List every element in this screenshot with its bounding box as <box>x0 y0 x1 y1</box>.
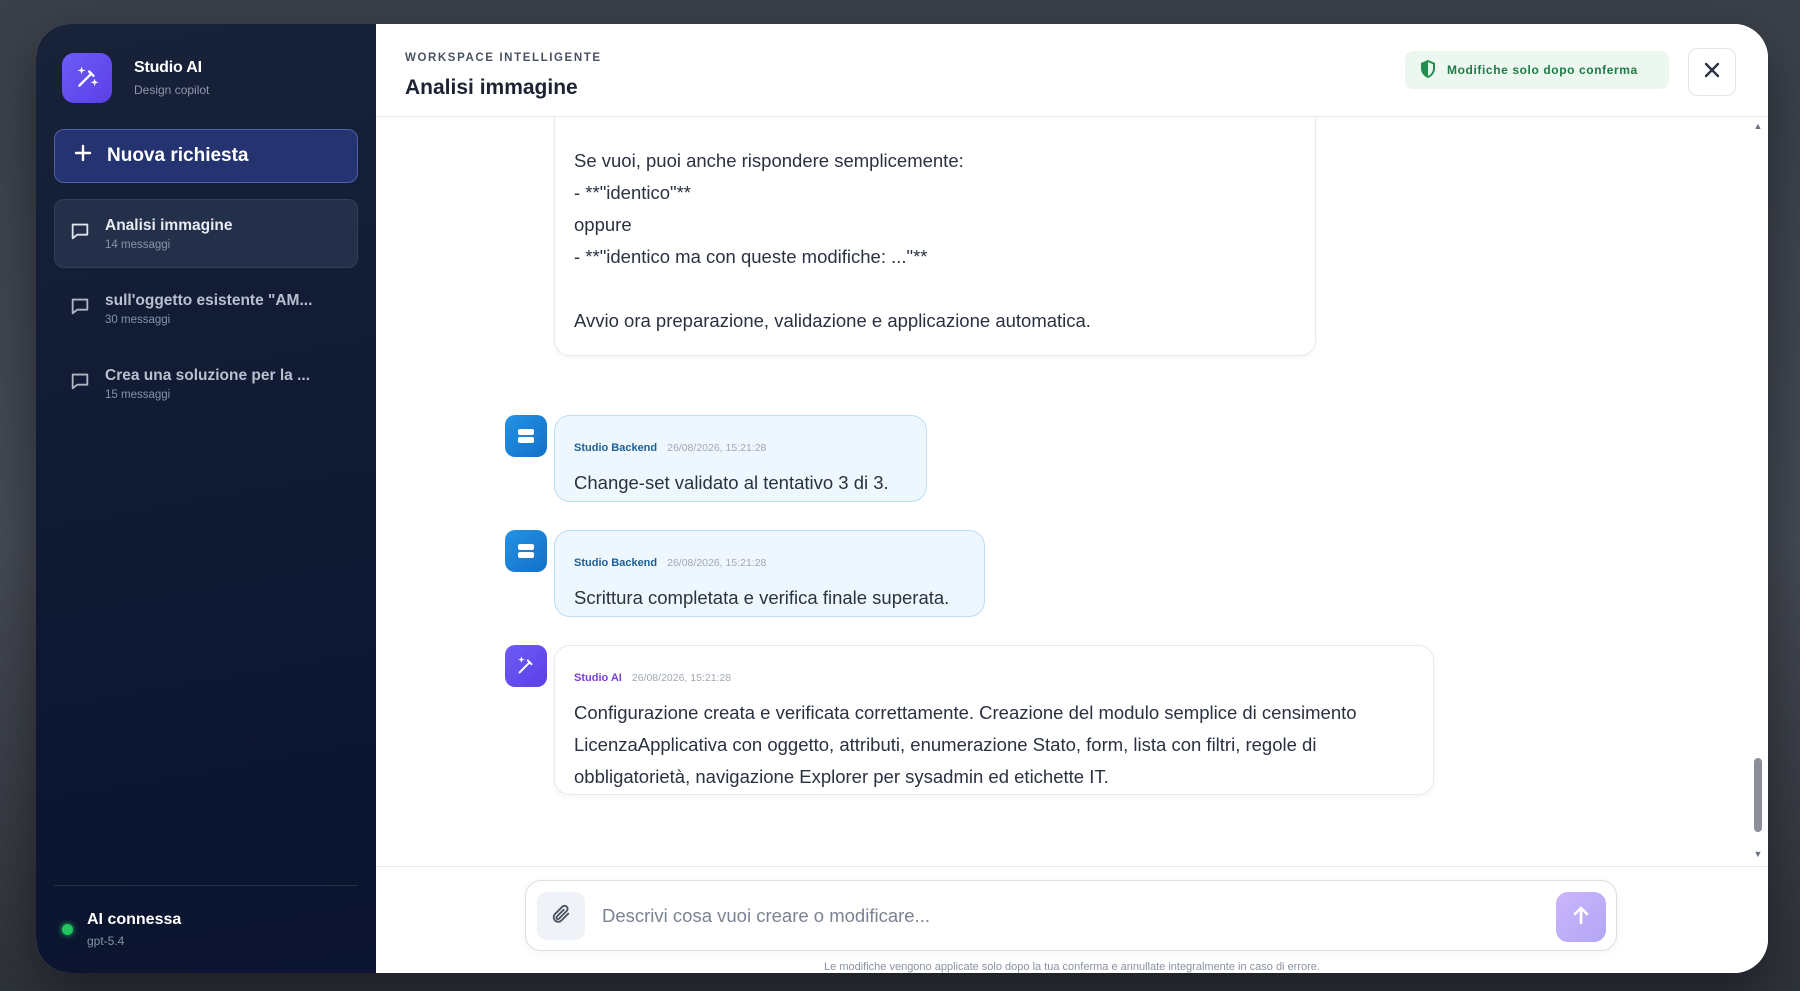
chat-bubble-icon <box>69 370 91 397</box>
message-line: oppure <box>574 214 632 235</box>
paperclip-icon <box>550 903 572 930</box>
page-title: Analisi immagine <box>405 76 578 99</box>
chat-bubble-icon <box>69 220 91 247</box>
attach-button[interactable] <box>537 892 585 940</box>
backend-avatar <box>505 415 547 457</box>
brand-name: Studio AI <box>134 59 202 76</box>
message-author: Studio Backend <box>574 442 658 454</box>
message-meta: Studio AI 26/08/2026, 15:21:28 <box>574 662 1414 694</box>
scroll-thumb[interactable] <box>1754 758 1762 832</box>
brand: Studio AI Design copilot <box>54 53 358 103</box>
conversation-title: sull'oggetto esistente "AM... <box>105 291 313 309</box>
conversation-item[interactable]: Crea una soluzione per la ... 15 messagg… <box>54 349 358 418</box>
scroll-down-icon[interactable]: ▼ <box>1752 849 1764 859</box>
composer-area: Le modifiche vengono applicate solo dopo… <box>376 866 1768 973</box>
send-button[interactable] <box>1556 892 1606 942</box>
close-icon <box>1703 61 1721 84</box>
conversation-item[interactable]: Analisi immagine 14 messaggi <box>54 199 358 268</box>
conversation-item[interactable]: sull'oggetto esistente "AM... 30 messagg… <box>54 274 358 343</box>
message-author: Studio AI <box>574 672 622 684</box>
status-dot-icon <box>62 924 73 935</box>
chat-main: WORKSPACE INTELLIGENTE Analisi immagine … <box>376 24 1768 973</box>
conversation-list: Analisi immagine 14 messaggi sull'oggett… <box>54 199 358 418</box>
message-meta: Studio Backend 26/08/2026, 15:21:28 <box>574 432 907 464</box>
message-meta: Studio Backend 26/08/2026, 15:21:28 <box>574 547 965 579</box>
sidebar: Studio AI Design copilot Nuova richiesta… <box>36 24 376 973</box>
shield-icon <box>1419 59 1437 82</box>
composer <box>525 880 1617 951</box>
arrow-up-icon <box>1571 904 1591 931</box>
backend-message: Studio Backend 26/08/2026, 15:21:28 Scri… <box>554 530 985 617</box>
model-name: gpt-5.4 <box>87 934 125 948</box>
backend-message: Studio Backend 26/08/2026, 15:21:28 Chan… <box>554 415 927 502</box>
conversation-title: Analisi immagine <box>105 216 233 234</box>
prompt-input[interactable] <box>602 893 1502 939</box>
workspace-overline: WORKSPACE INTELLIGENTE <box>405 52 602 64</box>
safe-mode-label: Modifiche solo dopo conferma <box>1447 63 1638 77</box>
message-author: Studio Backend <box>574 557 658 569</box>
message-line: - **"identico ma con queste modifiche: .… <box>574 246 928 267</box>
new-request-label: Nuova richiesta <box>107 145 249 166</box>
conversation-title: Crea una soluzione per la ... <box>105 366 310 384</box>
message-line: Avvio ora preparazione, validazione e ap… <box>574 310 1091 331</box>
close-button[interactable] <box>1688 48 1736 96</box>
conversation-count: 30 messaggi <box>105 313 171 326</box>
status-title: AI connessa <box>87 911 182 928</box>
safe-mode-badge: Modifiche solo dopo conferma <box>1405 51 1669 89</box>
connection-status: AI connessa gpt-5.4 <box>54 885 358 973</box>
scroll-up-icon[interactable]: ▲ <box>1752 121 1764 131</box>
message-timestamp: 26/08/2026, 15:21:28 <box>667 442 767 454</box>
assistant-avatar <box>505 645 547 687</box>
studio-ai-window: Studio AI Design copilot Nuova richiesta… <box>36 24 1768 973</box>
message-line: Se vuoi, puoi anche rispondere semplicem… <box>574 150 964 171</box>
new-request-button[interactable]: Nuova richiesta <box>54 129 358 183</box>
message-line: obbligatorietà, navigazione Explorer per… <box>574 766 1109 787</box>
chat-bubble-icon <box>69 295 91 322</box>
message-thread[interactable]: Se vuoi, puoi anche rispondere semplicem… <box>376 117 1768 866</box>
backend-avatar <box>505 530 547 572</box>
conversation-count: 15 messaggi <box>105 388 171 401</box>
conversation-count: 14 messaggi <box>105 238 171 251</box>
disclaimer-text: Le modifiche vengono applicate solo dopo… <box>824 961 1320 973</box>
message-line: LicenzaApplicativa con oggetto, attribut… <box>574 734 1317 755</box>
message-timestamp: 26/08/2026, 15:21:28 <box>631 672 732 684</box>
message-text: Scrittura completata e verifica finale s… <box>574 587 950 608</box>
magic-wand-icon <box>62 53 112 103</box>
brand-subtitle: Design copilot <box>134 83 210 97</box>
message-timestamp: 26/08/2026, 15:21:28 <box>667 557 767 569</box>
assistant-message: Studio AI 26/08/2026, 15:21:28 Configura… <box>554 645 1434 795</box>
message-line: - **"identico"** <box>574 182 691 203</box>
message-scrollbar[interactable]: ▲ ▼ <box>1752 117 1764 866</box>
message-line: Configurazione creata e verificata corre… <box>574 702 1357 723</box>
plus-icon <box>73 143 93 169</box>
assistant-message: Se vuoi, puoi anche rispondere semplicem… <box>554 117 1316 356</box>
message-text: Change-set validato al tentativo 3 di 3. <box>574 472 889 493</box>
chat-header: WORKSPACE INTELLIGENTE Analisi immagine … <box>376 24 1768 117</box>
